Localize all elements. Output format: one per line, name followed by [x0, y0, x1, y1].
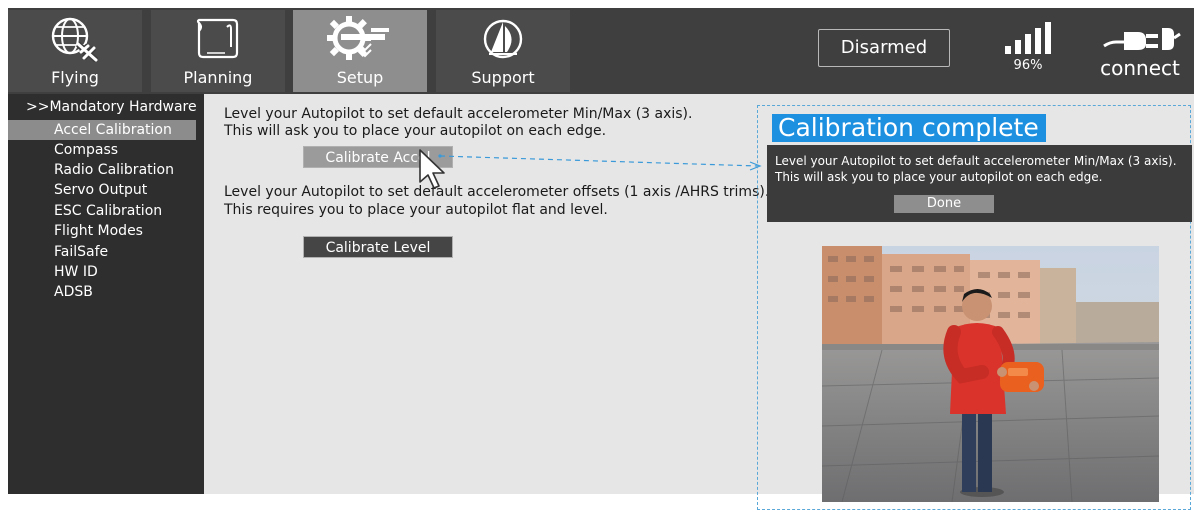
setup-sidebar: >>Mandatory Hardware Accel Calibration C… — [8, 94, 204, 494]
nav-flying-label: Flying — [51, 68, 99, 87]
sidebar-item-flight-modes[interactable]: Flight Modes — [8, 221, 204, 241]
arm-status-display: Disarmed — [818, 29, 950, 67]
connect-label: connect — [1100, 56, 1180, 80]
accel-description-line-2: This will ask you to place your autopilo… — [224, 123, 607, 139]
connect-button[interactable]: connect — [1092, 20, 1188, 86]
signal-indicator: 96% — [998, 22, 1058, 82]
sidebar-item-failsafe[interactable]: FailSafe — [8, 242, 204, 262]
nav-planning-button[interactable]: Planning — [151, 10, 285, 92]
sidebar-item-hw-id[interactable]: HW ID — [8, 262, 204, 282]
nav-flying-button[interactable]: Flying — [8, 10, 142, 92]
level-description-line-2: This requires you to place your autopilo… — [224, 202, 608, 218]
calibration-photo — [822, 246, 1159, 502]
dialog-line-1: Level your Autopilot to set default acce… — [775, 154, 1177, 168]
calibration-complete-title: Calibration complete — [772, 114, 1046, 142]
sailboat-icon — [436, 12, 570, 66]
sidebar-header: >>Mandatory Hardware — [26, 99, 197, 115]
mouse-cursor-icon — [418, 148, 448, 196]
plug-icon — [1102, 20, 1182, 58]
signal-bars-icon — [1005, 22, 1051, 54]
sidebar-item-accel-calibration[interactable]: Accel Calibration — [8, 120, 196, 140]
sidebar-item-esc-calibration[interactable]: ESC Calibration — [8, 201, 204, 221]
sidebar-item-radio-calibration[interactable]: Radio Calibration — [8, 160, 204, 180]
top-toolbar: Flying Planning Setup Support Disarmed 9… — [8, 8, 1194, 94]
sidebar-item-servo-output[interactable]: Servo Output — [8, 180, 204, 200]
nav-support-button[interactable]: Support — [436, 10, 570, 92]
calibration-complete-dialog: Level your Autopilot to set default acce… — [767, 145, 1192, 222]
sidebar-item-compass[interactable]: Compass — [8, 140, 204, 160]
nav-planning-label: Planning — [183, 68, 253, 87]
calibrate-level-button[interactable]: Calibrate Level — [303, 236, 453, 258]
level-description-line-1: Level your Autopilot to set default acce… — [224, 184, 770, 200]
map-scroll-icon — [151, 12, 285, 66]
globe-plane-icon — [8, 12, 142, 66]
nav-setup-button[interactable]: Setup — [293, 10, 427, 92]
accel-description-line-1: Level your Autopilot to set default acce… — [224, 106, 693, 122]
done-button[interactable]: Done — [894, 195, 994, 213]
nav-setup-label: Setup — [336, 68, 384, 87]
dialog-line-2: This will ask you to place your autopilo… — [775, 170, 1103, 184]
nav-support-label: Support — [471, 68, 535, 87]
gear-drone-icon — [293, 12, 427, 66]
signal-percent: 96% — [1013, 58, 1043, 73]
sidebar-item-adsb[interactable]: ADSB — [8, 282, 204, 302]
